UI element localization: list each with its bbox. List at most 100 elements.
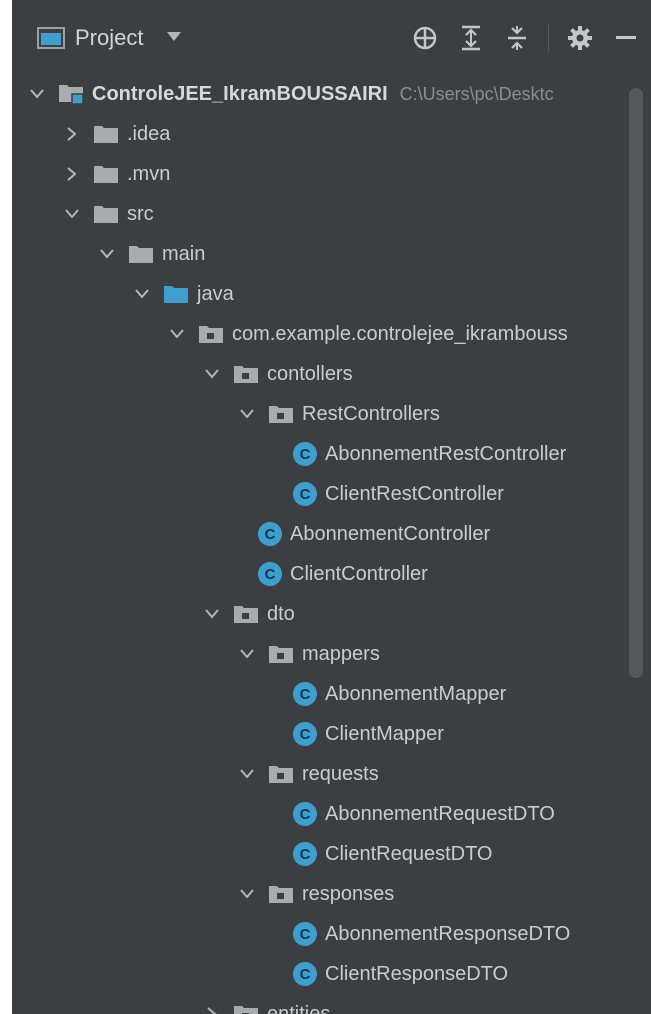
toolbar-separator [548, 24, 549, 52]
class-icon: C [293, 482, 317, 506]
tree-folder-item[interactable]: .mvn [12, 154, 651, 194]
tree-folder-item[interactable]: src [12, 194, 651, 234]
package-icon [198, 323, 224, 345]
tree-folder-item[interactable]: com.example.controlejee_ikrambouss [12, 314, 651, 354]
class-icon: C [258, 522, 282, 546]
class-icon: C [293, 722, 317, 746]
chevron-right-icon[interactable] [61, 123, 83, 145]
chevron-down-icon[interactable] [201, 603, 223, 625]
folder-icon [93, 203, 119, 225]
tree-item-label: mappers [302, 642, 380, 665]
class-icon: C [293, 922, 317, 946]
tree-class-item[interactable]: C AbonnementMapper [12, 674, 651, 714]
tree-item-label: src [127, 202, 154, 225]
tree-folder-item[interactable]: requests [12, 754, 651, 794]
tree-class-item[interactable]: C ClientMapper [12, 714, 651, 754]
project-tool-window: Project ControleJEE_IkramBOUSSAIRI C:\Us… [12, 0, 651, 1014]
expand-all-icon[interactable] [456, 23, 486, 53]
tree-folder-item[interactable]: dto [12, 594, 651, 634]
minimize-icon[interactable] [611, 23, 641, 53]
tree-item-label: dto [267, 602, 295, 625]
tree-item-label: requests [302, 762, 379, 785]
chevron-down-icon[interactable] [26, 83, 48, 105]
tree-item-label: ClientResponseDTO [325, 962, 509, 985]
chevron-down-icon[interactable] [131, 283, 153, 305]
tree-item-label: AbonnementRequestDTO [325, 802, 555, 825]
tree-folder-item[interactable]: RestControllers [12, 394, 651, 434]
tree-class-item[interactable]: C AbonnementRestController [12, 434, 651, 474]
tree-class-item[interactable]: C AbonnementRequestDTO [12, 794, 651, 834]
chevron-down-icon[interactable] [201, 363, 223, 385]
toolbar-actions [410, 20, 641, 56]
tree-item-label: RestControllers [302, 402, 440, 425]
class-icon: C [293, 962, 317, 986]
tree-item-label: com.example.controlejee_ikrambouss [232, 322, 568, 345]
tree-item-label: ControleJEE_IkramBOUSSAIRI [92, 82, 388, 105]
project-path: C:\Users\pc\Desktc [399, 83, 554, 104]
class-icon: C [293, 682, 317, 706]
chevron-down-icon[interactable] [166, 323, 188, 345]
chevron-right-icon[interactable] [201, 1003, 223, 1014]
source-folder-icon [163, 283, 189, 305]
package-icon [268, 763, 294, 785]
class-icon: C [258, 562, 282, 586]
folder-icon [93, 123, 119, 145]
tree-folder-item[interactable]: contollers [12, 354, 651, 394]
tree-class-item[interactable]: C AbonnementController [12, 514, 651, 554]
tree-item-label: contollers [267, 362, 353, 385]
tree-class-item[interactable]: C ClientRestController [12, 474, 651, 514]
collapse-all-icon[interactable] [502, 23, 532, 53]
tree-folder-item[interactable]: responses [12, 874, 651, 914]
chevron-down-icon[interactable] [236, 883, 258, 905]
tree-item-label: AbonnementRestController [325, 442, 567, 465]
tree-folder-item[interactable]: entities [12, 994, 651, 1014]
folder-icon [93, 163, 119, 185]
class-icon: C [293, 842, 317, 866]
folder-icon [128, 243, 154, 265]
tree-item-label: ClientMapper [325, 722, 444, 745]
tree-item-label: .mvn [127, 162, 171, 185]
package-icon [233, 1003, 259, 1014]
tree-class-item[interactable]: C ClientRequestDTO [12, 834, 651, 874]
tree-item-label: .idea [127, 122, 171, 145]
vertical-scrollbar[interactable] [629, 88, 643, 678]
package-icon [233, 603, 259, 625]
locate-icon[interactable] [410, 23, 440, 53]
module-icon [58, 83, 84, 105]
tree-item-label: ClientRequestDTO [325, 842, 493, 865]
project-view-title: Project [75, 25, 144, 50]
tree-folder-item[interactable]: main [12, 234, 651, 274]
chevron-right-icon[interactable] [61, 163, 83, 185]
chevron-down-icon[interactable] [236, 643, 258, 665]
tree-folder-item[interactable]: ControleJEE_IkramBOUSSAIRI C:\Users\pc\De… [12, 74, 651, 114]
class-icon: C [293, 802, 317, 826]
project-view-dropdown[interactable]: Project [37, 22, 182, 54]
tree-item-label: ClientRestController [325, 482, 504, 505]
tree-folder-item[interactable]: .idea [12, 114, 651, 154]
project-window-icon [37, 27, 65, 49]
tree-item-label: main [162, 242, 206, 265]
chevron-down-icon [167, 29, 182, 47]
tree-item-label: entities [267, 1002, 331, 1014]
tree-item-label: ClientController [290, 562, 428, 585]
package-icon [268, 643, 294, 665]
tree-class-item[interactable]: C AbonnementResponseDTO [12, 914, 651, 954]
chevron-down-icon[interactable] [236, 763, 258, 785]
chevron-down-icon[interactable] [61, 203, 83, 225]
chevron-down-icon[interactable] [96, 243, 118, 265]
chevron-down-icon[interactable] [236, 403, 258, 425]
class-icon: C [293, 442, 317, 466]
tree-class-item[interactable]: C ClientController [12, 554, 651, 594]
tree-item-label: AbonnementController [290, 522, 491, 545]
tree-item-label: AbonnementMapper [325, 682, 507, 705]
tree-folder-item[interactable]: mappers [12, 634, 651, 674]
package-icon [268, 883, 294, 905]
tree-class-item[interactable]: C ClientResponseDTO [12, 954, 651, 994]
tree-folder-item[interactable]: java [12, 274, 651, 314]
package-icon [233, 363, 259, 385]
package-icon [268, 403, 294, 425]
tree-item-label: responses [302, 882, 395, 905]
tree-item-label: java [197, 282, 234, 305]
gear-icon[interactable] [565, 23, 595, 53]
project-toolbar: Project [12, 0, 651, 72]
